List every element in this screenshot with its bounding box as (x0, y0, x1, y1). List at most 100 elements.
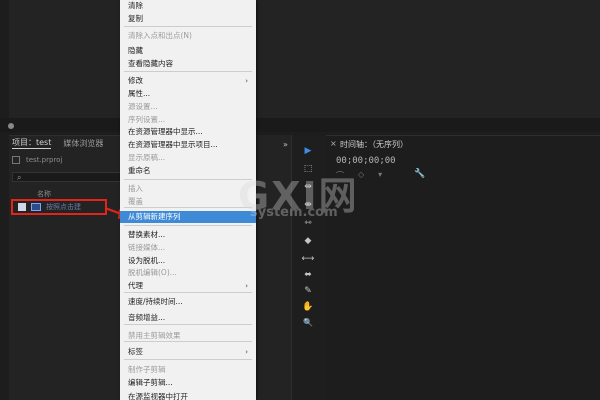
rolling-edit-tool-icon[interactable]: ⇼ (301, 199, 315, 211)
context-menu-item[interactable]: 编辑子剪辑... (120, 377, 256, 389)
menu-separator (124, 359, 252, 360)
context-menu-item-label: 清除入点和出点(N) (128, 31, 192, 40)
tab-media-browser[interactable]: 媒体浏览器 (63, 138, 103, 149)
context-menu-item[interactable]: 代理 › (120, 280, 256, 292)
project-file: test.prproj (12, 156, 62, 164)
menu-separator (124, 26, 252, 27)
razor-tool-icon[interactable]: ◆ (301, 235, 315, 247)
context-menu-item-label: 替换素材... (128, 230, 166, 239)
context-menu-item[interactable]: 音频增益... (120, 312, 256, 324)
tab-project[interactable]: 项目：test (12, 137, 52, 149)
track-select-tool-icon[interactable]: ⬚ (301, 163, 315, 175)
close-icon[interactable]: × (330, 139, 337, 148)
slip-tool-icon[interactable]: ⟷ (301, 253, 315, 265)
menu-separator (124, 324, 252, 325)
context-menu-item-label: 设为脱机... (128, 256, 166, 265)
context-menu-item[interactable]: 覆盖 (120, 196, 256, 208)
more-panels-icon[interactable]: » (283, 140, 288, 149)
top-panel (9, 0, 600, 118)
wrench-icon[interactable]: 🔧 (414, 169, 425, 179)
context-menu-item[interactable]: 在源监视器中打开 (120, 391, 256, 400)
context-menu-item-label: 制作子剪辑 (128, 365, 166, 374)
context-menu-item[interactable]: 复制 (120, 13, 256, 25)
context-menu-item[interactable]: 插入 (120, 183, 256, 195)
snap-icon[interactable]: ⌒ (336, 170, 344, 181)
context-menu-item-label: 在源监视器中打开 (128, 392, 188, 400)
context-menu: 清除复制清除入点和出点(N) 隐藏查看隐藏内容 修改 › 属性... 源设置... 序列设置… (120, 0, 256, 400)
add-marker-icon[interactable]: ▾ (378, 170, 382, 181)
context-menu-item-label: 查看隐藏内容 (128, 59, 173, 68)
context-menu-item[interactable]: 速度/持续时间... (120, 296, 256, 308)
pen-tool-icon[interactable]: ✎ (301, 285, 315, 297)
timeline-controls: ⌒ ◇ ▾ (336, 170, 382, 181)
context-menu-item[interactable]: 禁用主剪辑效果 (120, 330, 256, 342)
context-menu-item-label: 重命名 (128, 166, 151, 175)
context-menu-item-label: 隐藏 (128, 46, 143, 55)
context-menu-item-label: 清除 (128, 1, 143, 10)
hand-tool-icon[interactable]: ✋ (301, 301, 315, 313)
middle-panel (256, 135, 291, 400)
context-menu-item-label: 禁用主剪辑效果 (128, 331, 181, 340)
menu-separator (124, 71, 252, 72)
context-menu-item[interactable]: 修改 › (120, 75, 256, 87)
sequence-icon (31, 203, 41, 211)
context-menu-item[interactable]: 链接媒体... (120, 242, 256, 254)
menu-separator (124, 225, 252, 226)
timeline-panel: × 时间轴：（无序列） 00;00;00;00 ⌒ ◇ ▾ 🔧 (326, 135, 600, 400)
context-menu-item-label: 速度/持续时间... (128, 297, 183, 306)
context-menu-item[interactable]: 替换素材... (120, 229, 256, 241)
search-input[interactable]: ⌕ (12, 172, 122, 182)
slide-tool-icon[interactable]: ⬌ (301, 269, 315, 281)
context-menu-item[interactable]: 脱机编辑(O)... (120, 267, 256, 279)
playhead-timecode[interactable]: 00;00;00;00 (336, 156, 396, 166)
context-menu-item-label: 序列设置... (128, 115, 166, 124)
context-menu-item[interactable]: 重命名 (120, 165, 256, 177)
context-menu-item[interactable]: 序列设置... (120, 114, 256, 126)
context-menu-item[interactable]: 设为脱机... (120, 255, 256, 267)
context-menu-item-label: 脱机编辑(O)... (128, 268, 177, 277)
submenu-arrow-icon: › (245, 348, 248, 356)
context-menu-item[interactable]: 标签 › (120, 346, 256, 358)
context-menu-item[interactable]: 查看隐藏内容 (120, 58, 256, 70)
panel-grip-icon[interactable] (8, 123, 14, 129)
context-menu-item-label: 插入 (128, 184, 143, 193)
rate-stretch-tool-icon[interactable]: ⇿ (301, 217, 315, 229)
menu-separator (124, 292, 252, 293)
context-menu-item[interactable]: 清除入点和出点(N) (120, 30, 256, 42)
search-icon: ⌕ (17, 173, 22, 182)
context-menu-item[interactable]: 源设置... (120, 101, 256, 113)
label-color-swatch[interactable] (18, 203, 26, 211)
selection-tool-icon[interactable]: ▶ (301, 145, 315, 157)
context-menu-item-label: 在资源管理器中显示项目... (128, 140, 218, 149)
column-header-name[interactable]: 名称 (37, 189, 51, 199)
context-menu-item[interactable]: 显示原稿... (120, 152, 256, 164)
menu-separator (124, 179, 252, 180)
context-menu-item[interactable]: 隐藏 (120, 45, 256, 57)
linked-selection-icon[interactable]: ◇ (358, 170, 364, 181)
project-file-icon (12, 156, 20, 164)
context-menu-item[interactable]: 制作子剪辑 (120, 364, 256, 376)
context-menu-item[interactable]: 在资源管理器中显示... (120, 126, 256, 138)
project-file-name: test.prproj (26, 156, 63, 164)
context-menu-item-label: 从剪辑新建序列 (128, 212, 181, 221)
context-menu-item[interactable]: 在资源管理器中显示项目... (120, 139, 256, 151)
sequence-item[interactable]: 按照点击建 (11, 199, 107, 215)
context-menu-item-label: 显示原稿... (128, 153, 166, 162)
tools-toolbar: ▶ ⬚ ⇹ ⇼ ⇿ ◆ ⟷ ⬌ ✎ ✋ 🔍 (291, 135, 326, 400)
zoom-tool-icon[interactable]: 🔍 (301, 317, 315, 329)
context-menu-item-label: 编辑子剪辑... (128, 378, 173, 387)
context-menu-item-label: 覆盖 (128, 197, 143, 206)
ripple-edit-tool-icon[interactable]: ⇹ (301, 181, 315, 193)
timeline-title[interactable]: 时间轴：（无序列） (340, 139, 408, 150)
context-menu-item[interactable]: 属性... (120, 88, 256, 100)
context-menu-item[interactable]: 从剪辑新建序列 (120, 211, 256, 223)
context-menu-item-label: 属性... (128, 89, 151, 98)
submenu-arrow-icon: › (245, 77, 248, 85)
context-menu-item-label: 音频增益... (128, 313, 166, 322)
context-menu-item[interactable]: 清除 (120, 0, 256, 12)
sequence-name: 按照点击建 (46, 203, 81, 211)
context-menu-item-label: 代理 (128, 281, 143, 290)
context-menu-item-label: 修改 (128, 76, 143, 85)
context-menu-item-label: 源设置... (128, 102, 158, 111)
submenu-arrow-icon: › (245, 282, 248, 290)
